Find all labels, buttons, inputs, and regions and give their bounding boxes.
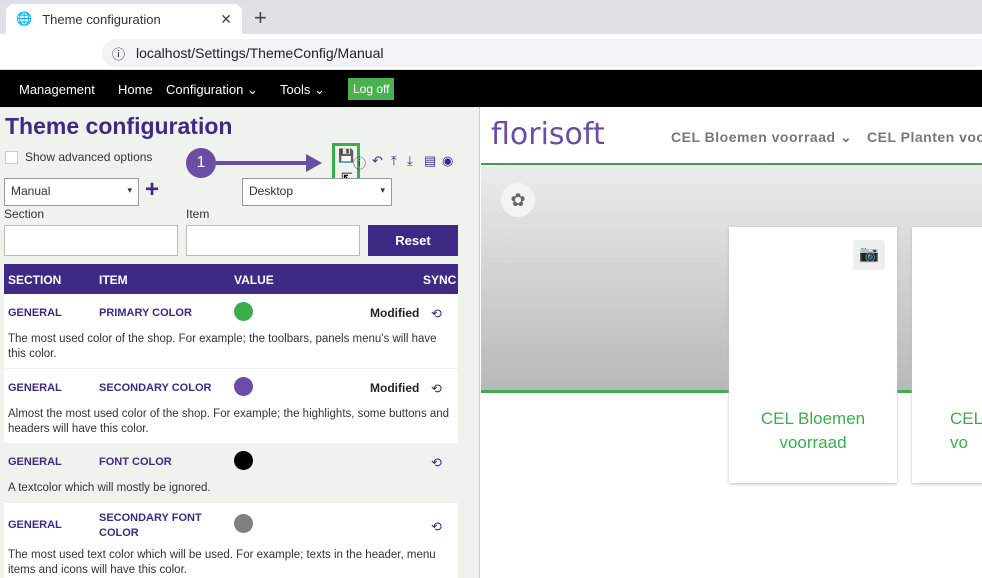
- new-tab-button[interactable]: +: [254, 5, 267, 31]
- browser-tab[interactable]: 🌐 Theme configuration ✕: [6, 4, 242, 34]
- table-header: SECTION ITEM VALUE SYNC: [4, 264, 458, 294]
- page-title: Theme configuration: [5, 113, 233, 139]
- color-swatch[interactable]: [234, 377, 253, 396]
- download-icon[interactable]: ⤓: [407, 153, 413, 169]
- item-label: Item: [186, 207, 210, 221]
- mode-select[interactable]: Manual: [4, 178, 139, 206]
- row-section: GENERAL: [8, 382, 62, 394]
- row-description: A textcolor which will mostly be ignored…: [8, 482, 211, 494]
- url-input[interactable]: ⓘ localhost/Settings/ThemeConfig/Manual: [102, 39, 982, 67]
- advanced-options-label: Show advanced options: [25, 150, 153, 164]
- preview-menu-item[interactable]: CEL Bloemen voorraad ⌄: [671, 129, 852, 146]
- row-description: The most used color of the shop. For exa…: [8, 333, 437, 360]
- warning-icon[interactable]: ⓘ: [353, 153, 366, 172]
- row-description: The most used text color which will be u…: [8, 549, 436, 576]
- table-row[interactable]: GENERAL SECONDARY FONT COLOR ⟲ The most …: [4, 503, 458, 578]
- section-input[interactable]: [4, 225, 178, 256]
- close-tab-icon[interactable]: ✕: [220, 11, 232, 28]
- preview-card[interactable]: CEL vo: [912, 227, 982, 483]
- url-text: localhost/Settings/ThemeConfig/Manual: [136, 45, 384, 61]
- logo-text: florisoft: [491, 117, 605, 152]
- row-section: GENERAL: [8, 456, 62, 468]
- table-row[interactable]: GENERAL PRIMARY COLOR Modified ⟲ The mos…: [4, 294, 458, 368]
- nav-tools[interactable]: Tools ⌄: [280, 82, 325, 98]
- color-swatch[interactable]: [234, 302, 253, 321]
- logoff-button[interactable]: Log off: [348, 78, 395, 100]
- nav-brand[interactable]: Management: [19, 82, 95, 97]
- add-icon[interactable]: +: [145, 176, 159, 204]
- sync-icon[interactable]: ⟲: [431, 306, 442, 322]
- col-section: SECTION: [8, 273, 62, 287]
- annotation-badge: 1: [186, 148, 216, 178]
- row-status: Modified: [370, 381, 420, 395]
- arrow-head: [306, 154, 322, 172]
- section-label: Section: [4, 207, 45, 221]
- browser-tab-bar: 🌐 Theme configuration ✕ +: [0, 0, 982, 34]
- col-sync: SYNC: [423, 273, 457, 287]
- row-item: SECONDARY COLOR: [99, 382, 212, 394]
- annotation-arrow: [216, 161, 316, 165]
- card-title: CEL vo: [950, 409, 982, 452]
- upload-icon[interactable]: ⤒: [391, 153, 397, 169]
- sync-icon[interactable]: ⟲: [431, 519, 442, 535]
- row-section: GENERAL: [8, 519, 62, 531]
- device-select[interactable]: Desktop: [242, 178, 392, 206]
- col-value: VALUE: [234, 273, 274, 287]
- row-item: SECONDARY FONT COLOR: [99, 512, 202, 539]
- row-status: Modified: [370, 306, 420, 320]
- sync-icon[interactable]: ⟲: [431, 455, 442, 471]
- nav-configuration-label: Configuration: [166, 82, 244, 97]
- nav-home[interactable]: Home: [118, 82, 153, 97]
- table-row[interactable]: GENERAL SECONDARY COLOR Modified ⟲ Almos…: [4, 369, 458, 443]
- preview-menu-label: CEL Bloemen voorraad: [671, 129, 836, 145]
- item-input[interactable]: [186, 225, 360, 256]
- preview-card[interactable]: 📷 CEL Bloemen voorraad: [729, 227, 897, 483]
- reset-button[interactable]: Reset: [368, 225, 458, 256]
- row-description: Almost the most used color of the shop. …: [8, 408, 450, 435]
- info-icon: ⓘ: [112, 46, 126, 62]
- color-swatch[interactable]: [234, 514, 253, 533]
- hide-icon[interactable]: ◉: [442, 153, 453, 169]
- col-item: ITEM: [99, 273, 128, 287]
- row-item: FONT COLOR: [99, 456, 172, 468]
- sync-icon[interactable]: ⟲: [431, 381, 442, 397]
- flower-icon: ✿: [501, 183, 535, 217]
- top-nav: Management Home Configuration ⌄ Tools ⌄ …: [0, 70, 982, 107]
- globe-icon: 🌐: [16, 11, 33, 26]
- calendar-icon[interactable]: ▤: [424, 153, 436, 169]
- undo-icon[interactable]: ↶: [372, 153, 383, 169]
- advanced-options-checkbox[interactable]: [5, 151, 18, 164]
- row-section: GENERAL: [8, 307, 62, 319]
- card-title: CEL Bloemen voorraad: [760, 409, 866, 452]
- preview-menu-item[interactable]: CEL Planten voo: [867, 129, 982, 145]
- table-row[interactable]: GENERAL FONT COLOR ⟲ A textcolor which w…: [4, 444, 458, 503]
- nav-tools-label: Tools: [280, 82, 311, 97]
- nav-configuration[interactable]: Configuration ⌄: [166, 82, 258, 98]
- tab-title: Theme configuration: [42, 11, 161, 27]
- theme-preview: florisoft CEL Bloemen voorraad ⌄ CEL Pla…: [481, 107, 982, 578]
- florisoft-logo: florisoft: [491, 117, 605, 152]
- camera-icon: 📷: [853, 240, 885, 270]
- row-item: PRIMARY COLOR: [99, 307, 192, 319]
- color-swatch[interactable]: [234, 451, 253, 470]
